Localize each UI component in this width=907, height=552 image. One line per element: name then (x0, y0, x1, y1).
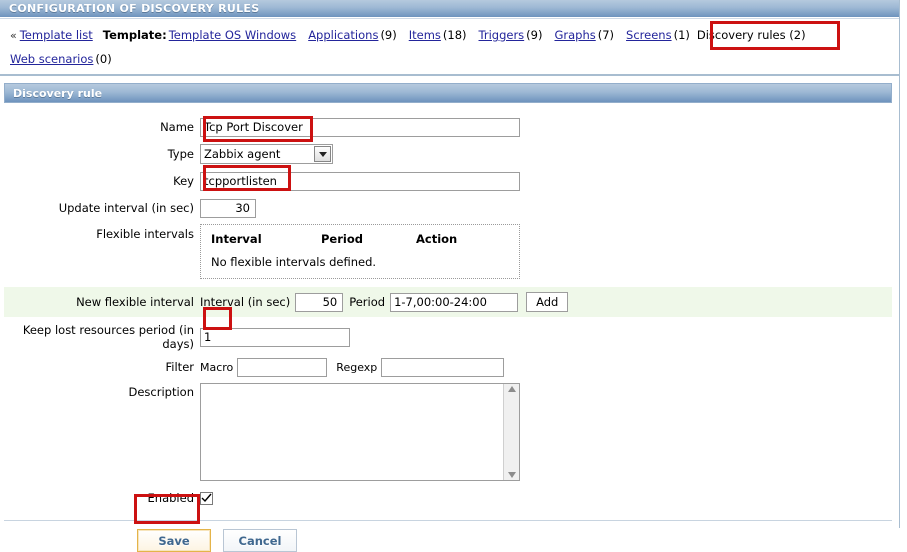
checkmark-icon (201, 493, 212, 503)
type-label: Type (167, 147, 194, 161)
breadcrumb-count-graphs: (7) (597, 28, 615, 42)
breadcrumb-template-label: Template: (102, 28, 167, 42)
cancel-button[interactable]: Cancel (223, 529, 297, 552)
breadcrumb-count-items: (18) (442, 28, 467, 42)
breadcrumb-item-triggers[interactable]: Triggers (479, 28, 525, 42)
field-row-filter: Filter Macro Regexp (0, 356, 899, 378)
scroll-down-arrow-icon[interactable] (507, 472, 516, 478)
field-row-enabled: Enabled (0, 487, 899, 509)
new-interval-seconds-input[interactable] (295, 292, 344, 312)
field-row-description: Description (0, 383, 899, 481)
breadcrumb-line-primary: «Template list Template: Template OS Windo… (0, 25, 899, 46)
description-textarea-wrapper (200, 383, 520, 481)
keep-lost-label: Keep lost resources period (in days) (22, 323, 194, 351)
page-title-bar: CONFIGURATION OF DISCOVERY RULES (0, 0, 899, 18)
filter-macro-label: Macro (200, 360, 234, 374)
flexible-intervals-table: Interval Period Action No flexible inter… (200, 224, 520, 279)
filter-regexp-input[interactable] (381, 357, 505, 377)
page-frame: CONFIGURATION OF DISCOVERY RULES «Templa… (0, 0, 900, 552)
breadcrumb-template-list-link[interactable]: Template list (20, 28, 93, 42)
name-label: Name (160, 120, 194, 134)
breadcrumb: «Template list Template: Template OS Windo… (0, 18, 899, 76)
new-flexible-interval-row: New flexible interval Interval (in sec) … (4, 286, 892, 317)
breadcrumb-item-web-scenarios[interactable]: Web scenarios (10, 52, 93, 66)
field-row-type: Type Zabbix agent (0, 143, 899, 165)
breadcrumb-count-triggers: (9) (526, 28, 543, 42)
filter-regexp-label: Regexp (336, 360, 378, 374)
breadcrumb-line-secondary: Web scenarios (0) (0, 49, 899, 70)
field-row-update-interval: Update interval (in sec) (0, 197, 899, 219)
keep-lost-input[interactable] (200, 327, 350, 347)
new-interval-seconds-label: Interval (in sec) (200, 295, 291, 309)
scroll-up-arrow-icon[interactable] (507, 386, 516, 392)
discovery-rule-form-lower: Keep lost resources period (in days) Fil… (0, 323, 899, 509)
breadcrumb-item-graphs[interactable]: Graphs (554, 28, 595, 42)
filter-macro-input[interactable] (237, 357, 328, 377)
save-button[interactable]: Save (137, 529, 211, 552)
enabled-label: Enabled (147, 491, 194, 505)
type-select[interactable]: Zabbix agent (200, 144, 333, 164)
breadcrumb-count-applications: (9) (380, 28, 397, 42)
filter-label: Filter (165, 360, 194, 374)
new-flexible-interval-label: New flexible interval (76, 295, 194, 309)
update-interval-label: Update interval (in sec) (58, 201, 194, 215)
field-row-flexible-intervals: Flexible intervals Interval Period Actio… (0, 224, 899, 279)
add-flexible-interval-button[interactable]: Add (526, 292, 569, 312)
discovery-rule-section-header: Discovery rule (4, 83, 892, 103)
enabled-checkbox[interactable] (200, 491, 213, 505)
breadcrumb-item-items[interactable]: Items (409, 28, 441, 42)
type-select-wrapper: Zabbix agent (200, 144, 333, 164)
form-actions: Save Cancel (0, 521, 899, 552)
key-label: Key (173, 174, 194, 188)
flexible-col-action: Action (416, 232, 458, 246)
update-interval-input[interactable] (200, 198, 256, 218)
description-textarea[interactable] (201, 384, 504, 480)
breadcrumb-count-web-scenarios: (0) (95, 52, 112, 66)
description-label: Description (128, 385, 195, 399)
field-row-key: Key (0, 170, 899, 192)
key-input[interactable] (200, 171, 520, 191)
flexible-intervals-header-row: Interval Period Action (211, 232, 509, 246)
breadcrumb-item-screens[interactable]: Screens (626, 28, 672, 42)
section-title: Discovery rule (13, 86, 103, 100)
flexible-col-period: Period (321, 232, 363, 246)
new-interval-period-label: Period (349, 295, 386, 309)
field-row-keep-lost: Keep lost resources period (in days) (0, 323, 899, 351)
flexible-col-interval: Interval (211, 232, 262, 246)
back-chevron-icon: « (10, 29, 17, 42)
discovery-rule-form: Name Type Zabbix agent Key (0, 103, 899, 279)
page-title: CONFIGURATION OF DISCOVERY RULES (9, 2, 260, 15)
breadcrumb-template-name-link[interactable]: Template OS Windows (169, 28, 296, 42)
breadcrumb-item-applications[interactable]: Applications (308, 28, 378, 42)
flexible-intervals-label: Flexible intervals (96, 227, 194, 241)
field-row-name: Name (0, 116, 899, 138)
breadcrumb-item-discovery-rules-current: Discovery rules (2) (696, 28, 806, 42)
name-input[interactable] (200, 117, 520, 137)
new-interval-period-input[interactable] (390, 292, 519, 312)
breadcrumb-count-screens: (1) (673, 28, 690, 42)
description-scrollbar[interactable] (503, 384, 519, 480)
flexible-intervals-empty-text: No flexible intervals defined. (211, 255, 377, 269)
